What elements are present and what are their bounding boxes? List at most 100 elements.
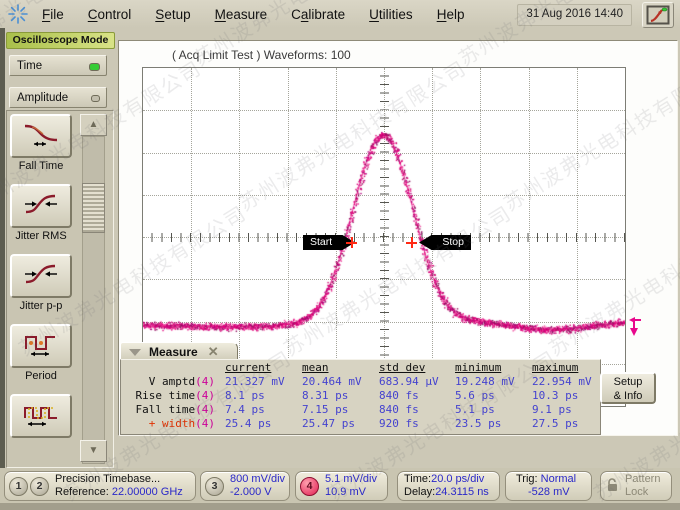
- status-bar: 1 2 Precision Timebase... Reference: 22.…: [0, 468, 680, 510]
- measure-tab-label: Measure: [149, 345, 198, 359]
- menu-item-help[interactable]: Help: [437, 7, 465, 22]
- amplitude-dropdown[interactable]: Amplitude: [9, 87, 107, 108]
- column-header: minimum: [455, 361, 532, 375]
- scrollbar-down-button[interactable]: ▼: [80, 440, 107, 462]
- agilent-logo-icon: [6, 3, 30, 25]
- table-cell: 25.47 ps: [302, 417, 379, 431]
- off-led-icon: [91, 95, 100, 102]
- row-label: Rise time(4): [129, 389, 225, 403]
- menu-item-control[interactable]: Control: [88, 7, 132, 22]
- horizontal-text: Time:20.0 ps/div Delay:24.3115 ns: [404, 473, 489, 499]
- table-cell: 25.4 ps: [225, 417, 302, 431]
- table-cell: 840 fs: [379, 403, 455, 417]
- table-cell: 19.248 mV: [455, 375, 532, 389]
- channel-4-text: 5.1 mV/div 10.9 mV: [325, 473, 377, 499]
- horizontal-status-button[interactable]: Time:20.0 ps/div Delay:24.3115 ns: [397, 471, 500, 501]
- close-icon[interactable]: ✕: [208, 344, 219, 360]
- sidebar-edge: [0, 28, 5, 468]
- time-dropdown-label: Time: [17, 60, 42, 72]
- row-label: Fall time(4): [129, 403, 225, 417]
- table-cell: 9.1 ps: [532, 403, 598, 417]
- period-icon: [22, 331, 60, 362]
- menu-item-calibrate[interactable]: Calibrate: [291, 7, 345, 22]
- oscilloscope-mode-header: Oscilloscope Mode: [6, 32, 115, 49]
- table-cell: 20.464 mV: [302, 375, 379, 389]
- collapse-triangle-icon[interactable]: [129, 349, 141, 356]
- measure-panel: currentmeanstd devminimummaximumV amptd(…: [120, 359, 601, 435]
- trigger-text: Trig: Normal -528 mV: [516, 473, 576, 499]
- channel-4-status-button[interactable]: 4 5.1 mV/div 10.9 mV: [295, 471, 388, 501]
- table-cell: 21.327 mV: [225, 375, 302, 389]
- menu-item-setup[interactable]: Setup: [155, 7, 190, 22]
- channel-1-badge[interactable]: 1: [9, 477, 28, 496]
- column-header: current: [225, 361, 302, 375]
- table-cell: 8.31 ps: [302, 389, 379, 403]
- amplitude-dropdown-label: Amplitude: [17, 92, 68, 104]
- menu-items: File Control Setup Measure Calibrate Utilitie…: [42, 7, 464, 22]
- measure-button-label: Period: [25, 370, 57, 383]
- trigger-status-button[interactable]: Trig: Normal -528 mV: [505, 471, 592, 501]
- table-cell: [129, 361, 225, 375]
- measure-button-extra[interactable]: [10, 394, 72, 438]
- menu-item-file[interactable]: File: [42, 7, 64, 22]
- jitter-pp-icon: [22, 261, 60, 292]
- column-header: mean: [302, 361, 379, 375]
- table-cell: 23.5 ps: [455, 417, 532, 431]
- channel-2-badge[interactable]: 2: [30, 477, 49, 496]
- channel-3-text: 800 mV/div -2.000 V: [230, 473, 285, 499]
- table-cell: 8.1 ps: [225, 389, 302, 403]
- menu-item-measure[interactable]: Measure: [215, 7, 268, 22]
- timebase-status-button[interactable]: 1 2 Precision Timebase... Reference: 22.…: [4, 471, 196, 501]
- jitter-rms-icon: [22, 191, 60, 222]
- main-display-area: ( Acq Limit Test ) Waveforms: 100 Start …: [116, 28, 680, 468]
- table-cell: 683.94 µV: [379, 375, 455, 389]
- measure-button-jitter-p-p[interactable]: [10, 254, 72, 298]
- time-interval-icon: [22, 401, 60, 432]
- scrollbar-thumb[interactable]: [82, 183, 105, 233]
- channel-3-status-button[interactable]: 3 800 mV/div -2.000 V: [200, 471, 290, 501]
- measure-table: currentmeanstd devminimummaximumV amptd(…: [129, 361, 598, 431]
- stop-marker-label: Stop: [442, 236, 464, 248]
- pattern-lock-button[interactable]: Pattern Lock: [600, 471, 672, 501]
- setup-info-line2: & Info: [602, 389, 654, 403]
- datetime-display: 31 Aug 2016 14:40: [517, 4, 632, 26]
- measure-button-label: Jitter RMS: [15, 230, 66, 243]
- menu-item-utilities[interactable]: Utilities: [369, 7, 413, 22]
- table-cell: 5.1 ps: [455, 403, 532, 417]
- stop-crosshair-icon: [406, 237, 417, 248]
- table-cell: 920 fs: [379, 417, 455, 431]
- measure-button-label: Jitter p-p: [20, 300, 63, 313]
- measure-button-label: Fall Time: [19, 160, 64, 173]
- table-cell: 27.5 ps: [532, 417, 598, 431]
- green-led-icon: [89, 63, 100, 71]
- measurement-item: [10, 394, 72, 453]
- lock-icon: [606, 477, 619, 495]
- oscilloscope-screen: File Control Setup Measure Calibrate Utilitie…: [0, 0, 680, 510]
- row-label: V amptd(4): [129, 375, 225, 389]
- setup-info-line1: Setup: [602, 375, 654, 389]
- measure-button-period[interactable]: [10, 324, 72, 368]
- fall-time-icon: [22, 121, 60, 152]
- screen-graph-icon: [646, 5, 670, 25]
- measure-button-fall-time[interactable]: [10, 114, 72, 158]
- sidebar: Oscilloscope Mode Time Amplitude Fall Ti…: [0, 28, 116, 468]
- setup-info-button[interactable]: Setup & Info: [600, 372, 656, 404]
- row-label: + width(4): [129, 417, 225, 431]
- measure-button-jitter-rms[interactable]: [10, 184, 72, 228]
- table-cell: 7.15 ps: [302, 403, 379, 417]
- timebase-text: Precision Timebase... Reference: 22.0000…: [55, 473, 183, 499]
- scrollbar-up-button[interactable]: ▲: [80, 114, 107, 136]
- measurement-item: Jitter RMS: [10, 184, 72, 243]
- trigger-level-arrow-icon[interactable]: [626, 316, 642, 345]
- acq-limit-annotation: ( Acq Limit Test ) Waveforms: 100: [172, 48, 351, 62]
- measurement-item: Fall Time: [10, 114, 72, 173]
- channel-3-badge[interactable]: 3: [205, 477, 224, 496]
- table-cell: 7.4 ps: [225, 403, 302, 417]
- channel-4-badge[interactable]: 4: [300, 477, 319, 496]
- column-header: maximum: [532, 361, 598, 375]
- table-cell: 5.6 ps: [455, 389, 532, 403]
- start-crosshair-icon: [346, 237, 357, 248]
- time-dropdown[interactable]: Time: [9, 55, 107, 76]
- bottom-edge: [0, 503, 680, 510]
- screen-capture-button[interactable]: [642, 2, 674, 28]
